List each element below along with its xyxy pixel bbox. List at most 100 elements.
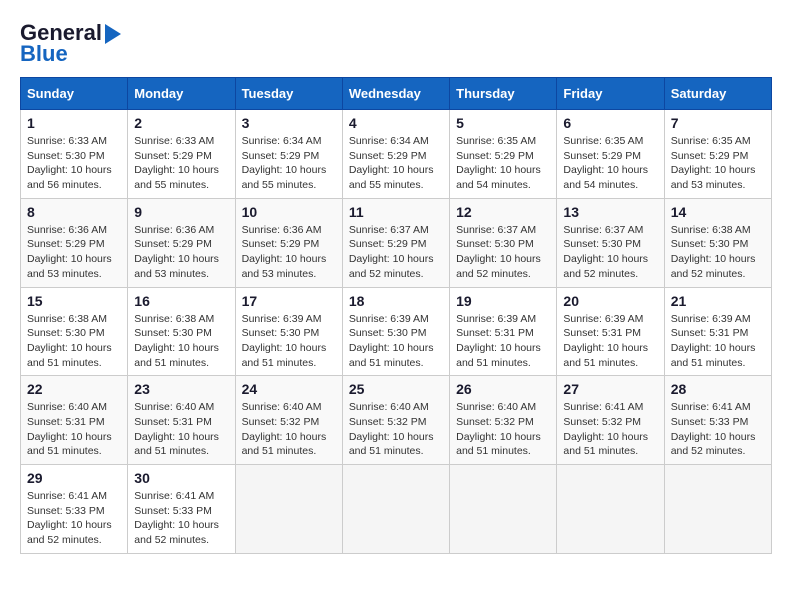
logo-arrow-icon [105,24,121,44]
day-number: 29 [27,470,121,486]
day-number: 4 [349,115,443,131]
day-info: Sunrise: 6:35 AM Sunset: 5:29 PM Dayligh… [456,134,550,193]
day-info: Sunrise: 6:36 AM Sunset: 5:29 PM Dayligh… [27,223,121,282]
day-info: Sunrise: 6:34 AM Sunset: 5:29 PM Dayligh… [349,134,443,193]
calendar-cell: 1 Sunrise: 6:33 AM Sunset: 5:30 PM Dayli… [21,110,128,199]
calendar: SundayMondayTuesdayWednesdayThursdayFrid… [20,77,772,554]
calendar-cell: 26 Sunrise: 6:40 AM Sunset: 5:32 PM Dayl… [450,376,557,465]
calendar-cell: 9 Sunrise: 6:36 AM Sunset: 5:29 PM Dayli… [128,198,235,287]
calendar-cell: 23 Sunrise: 6:40 AM Sunset: 5:31 PM Dayl… [128,376,235,465]
header: General Blue [20,20,772,67]
calendar-cell: 24 Sunrise: 6:40 AM Sunset: 5:32 PM Dayl… [235,376,342,465]
header-day-friday: Friday [557,78,664,110]
calendar-cell: 18 Sunrise: 6:39 AM Sunset: 5:30 PM Dayl… [342,287,449,376]
header-day-saturday: Saturday [664,78,771,110]
day-number: 24 [242,381,336,397]
day-number: 19 [456,293,550,309]
day-number: 30 [134,470,228,486]
calendar-cell: 21 Sunrise: 6:39 AM Sunset: 5:31 PM Dayl… [664,287,771,376]
day-number: 1 [27,115,121,131]
calendar-cell: 27 Sunrise: 6:41 AM Sunset: 5:32 PM Dayl… [557,376,664,465]
day-info: Sunrise: 6:36 AM Sunset: 5:29 PM Dayligh… [242,223,336,282]
day-number: 2 [134,115,228,131]
week-row-2: 8 Sunrise: 6:36 AM Sunset: 5:29 PM Dayli… [21,198,772,287]
day-info: Sunrise: 6:40 AM Sunset: 5:32 PM Dayligh… [456,400,550,459]
day-info: Sunrise: 6:39 AM Sunset: 5:30 PM Dayligh… [242,312,336,371]
calendar-cell: 8 Sunrise: 6:36 AM Sunset: 5:29 PM Dayli… [21,198,128,287]
day-number: 6 [563,115,657,131]
day-info: Sunrise: 6:33 AM Sunset: 5:30 PM Dayligh… [27,134,121,193]
calendar-cell: 16 Sunrise: 6:38 AM Sunset: 5:30 PM Dayl… [128,287,235,376]
calendar-cell: 13 Sunrise: 6:37 AM Sunset: 5:30 PM Dayl… [557,198,664,287]
header-day-tuesday: Tuesday [235,78,342,110]
day-info: Sunrise: 6:37 AM Sunset: 5:29 PM Dayligh… [349,223,443,282]
day-info: Sunrise: 6:41 AM Sunset: 5:33 PM Dayligh… [27,489,121,548]
day-info: Sunrise: 6:36 AM Sunset: 5:29 PM Dayligh… [134,223,228,282]
day-number: 20 [563,293,657,309]
day-info: Sunrise: 6:39 AM Sunset: 5:30 PM Dayligh… [349,312,443,371]
logo-blue-text: Blue [20,41,68,67]
day-number: 10 [242,204,336,220]
day-number: 5 [456,115,550,131]
calendar-cell: 15 Sunrise: 6:38 AM Sunset: 5:30 PM Dayl… [21,287,128,376]
day-info: Sunrise: 6:39 AM Sunset: 5:31 PM Dayligh… [456,312,550,371]
calendar-body: 1 Sunrise: 6:33 AM Sunset: 5:30 PM Dayli… [21,110,772,554]
day-info: Sunrise: 6:35 AM Sunset: 5:29 PM Dayligh… [563,134,657,193]
day-number: 21 [671,293,765,309]
week-row-5: 29 Sunrise: 6:41 AM Sunset: 5:33 PM Dayl… [21,465,772,554]
day-info: Sunrise: 6:33 AM Sunset: 5:29 PM Dayligh… [134,134,228,193]
calendar-cell: 2 Sunrise: 6:33 AM Sunset: 5:29 PM Dayli… [128,110,235,199]
day-info: Sunrise: 6:40 AM Sunset: 5:32 PM Dayligh… [349,400,443,459]
day-info: Sunrise: 6:40 AM Sunset: 5:32 PM Dayligh… [242,400,336,459]
day-number: 11 [349,204,443,220]
day-number: 3 [242,115,336,131]
day-info: Sunrise: 6:38 AM Sunset: 5:30 PM Dayligh… [671,223,765,282]
calendar-cell [664,465,771,554]
calendar-cell [557,465,664,554]
calendar-header: SundayMondayTuesdayWednesdayThursdayFrid… [21,78,772,110]
day-info: Sunrise: 6:39 AM Sunset: 5:31 PM Dayligh… [671,312,765,371]
day-info: Sunrise: 6:41 AM Sunset: 5:33 PM Dayligh… [671,400,765,459]
calendar-cell: 20 Sunrise: 6:39 AM Sunset: 5:31 PM Dayl… [557,287,664,376]
header-row: SundayMondayTuesdayWednesdayThursdayFrid… [21,78,772,110]
day-info: Sunrise: 6:38 AM Sunset: 5:30 PM Dayligh… [27,312,121,371]
week-row-4: 22 Sunrise: 6:40 AM Sunset: 5:31 PM Dayl… [21,376,772,465]
day-info: Sunrise: 6:34 AM Sunset: 5:29 PM Dayligh… [242,134,336,193]
calendar-cell: 17 Sunrise: 6:39 AM Sunset: 5:30 PM Dayl… [235,287,342,376]
day-number: 12 [456,204,550,220]
day-info: Sunrise: 6:40 AM Sunset: 5:31 PM Dayligh… [27,400,121,459]
day-info: Sunrise: 6:37 AM Sunset: 5:30 PM Dayligh… [456,223,550,282]
day-number: 16 [134,293,228,309]
day-info: Sunrise: 6:37 AM Sunset: 5:30 PM Dayligh… [563,223,657,282]
week-row-1: 1 Sunrise: 6:33 AM Sunset: 5:30 PM Dayli… [21,110,772,199]
day-number: 28 [671,381,765,397]
day-number: 7 [671,115,765,131]
calendar-cell: 25 Sunrise: 6:40 AM Sunset: 5:32 PM Dayl… [342,376,449,465]
day-info: Sunrise: 6:35 AM Sunset: 5:29 PM Dayligh… [671,134,765,193]
day-number: 17 [242,293,336,309]
calendar-cell: 30 Sunrise: 6:41 AM Sunset: 5:33 PM Dayl… [128,465,235,554]
header-day-wednesday: Wednesday [342,78,449,110]
calendar-cell: 7 Sunrise: 6:35 AM Sunset: 5:29 PM Dayli… [664,110,771,199]
day-info: Sunrise: 6:41 AM Sunset: 5:32 PM Dayligh… [563,400,657,459]
day-number: 23 [134,381,228,397]
calendar-cell [450,465,557,554]
calendar-cell: 12 Sunrise: 6:37 AM Sunset: 5:30 PM Dayl… [450,198,557,287]
calendar-cell: 5 Sunrise: 6:35 AM Sunset: 5:29 PM Dayli… [450,110,557,199]
day-number: 13 [563,204,657,220]
calendar-cell: 4 Sunrise: 6:34 AM Sunset: 5:29 PM Dayli… [342,110,449,199]
calendar-cell: 14 Sunrise: 6:38 AM Sunset: 5:30 PM Dayl… [664,198,771,287]
calendar-cell: 6 Sunrise: 6:35 AM Sunset: 5:29 PM Dayli… [557,110,664,199]
day-number: 15 [27,293,121,309]
day-number: 25 [349,381,443,397]
calendar-cell [235,465,342,554]
header-day-thursday: Thursday [450,78,557,110]
day-info: Sunrise: 6:39 AM Sunset: 5:31 PM Dayligh… [563,312,657,371]
week-row-3: 15 Sunrise: 6:38 AM Sunset: 5:30 PM Dayl… [21,287,772,376]
day-number: 8 [27,204,121,220]
header-day-monday: Monday [128,78,235,110]
day-number: 9 [134,204,228,220]
day-number: 27 [563,381,657,397]
day-number: 14 [671,204,765,220]
day-number: 26 [456,381,550,397]
